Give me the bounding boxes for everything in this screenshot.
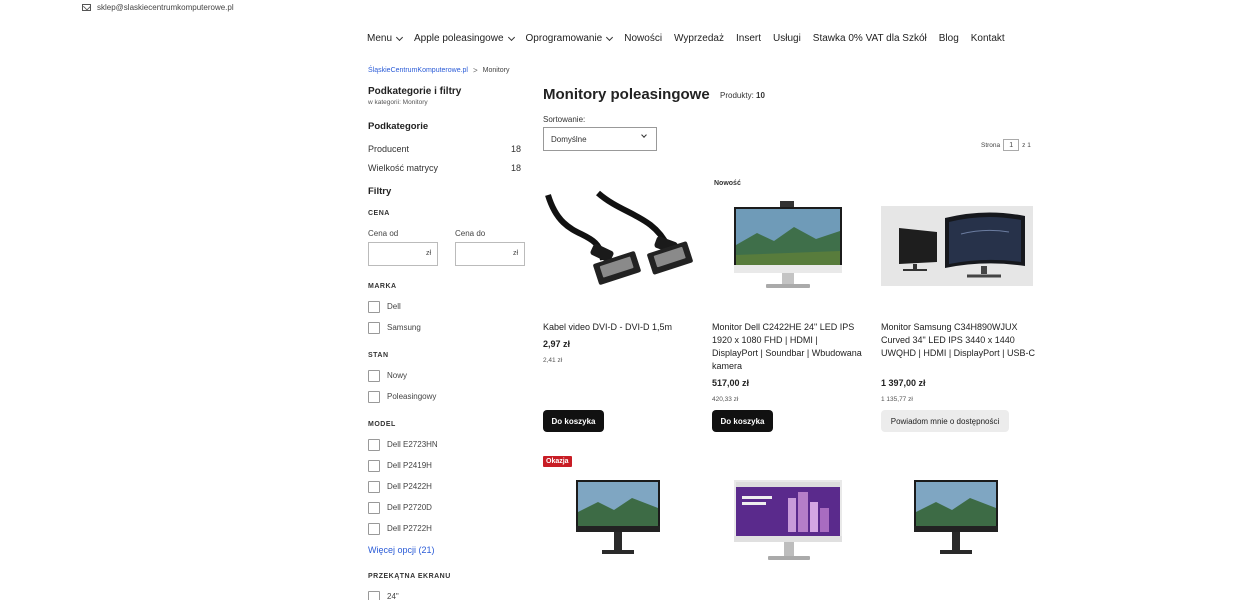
notify-availability-button[interactable]: Powiadom mnie o dostępności (881, 410, 1009, 432)
new-badge: Nowość (714, 180, 741, 187)
sidebar-subtitle: w kategorii: Monitory (368, 99, 428, 106)
checkbox[interactable] (368, 438, 380, 451)
product-card[interactable] (881, 206, 1033, 286)
subcategories-heading: Podkategorie (368, 121, 429, 132)
brand-option-dell[interactable]: Dell (368, 296, 421, 317)
condition-option-new[interactable]: Nowy (368, 365, 436, 386)
product-card[interactable] (543, 185, 695, 293)
brand-filter: Dell Samsung (368, 296, 421, 338)
model-option[interactable]: Dell P2720D (368, 497, 438, 518)
contact-email[interactable]: sklep@slaskiecentrumkomputerowe.pl (97, 3, 234, 12)
diagonal-filter: 24" (368, 586, 399, 600)
chevron-down-icon (606, 33, 614, 41)
nav-item-apple[interactable]: Apple poleasingowe (414, 33, 515, 44)
price-to-input[interactable]: zł (455, 242, 525, 266)
dvi-cable-icon (545, 190, 693, 285)
nav-item-sale[interactable]: Wyprzedaż (674, 33, 724, 44)
price-from-label: Cena od (368, 229, 399, 238)
sidebar-title: Podkategorie i filtry (368, 86, 462, 97)
nav-item-blog[interactable]: Blog (939, 33, 959, 44)
model-option[interactable]: Dell P2722H (368, 518, 438, 539)
monitor-icon (734, 201, 842, 288)
condition-option-postlease[interactable]: Poleasingowy (368, 386, 436, 407)
nav-item-contact[interactable]: Kontakt (971, 33, 1005, 44)
price-to-label: Cena do (455, 229, 486, 238)
product-price: 2,97 zł (543, 339, 571, 349)
sale-badge: Okazja (543, 456, 572, 467)
brand-heading: MARKA (368, 283, 397, 290)
product-net-price: 420,33 zł (712, 396, 739, 403)
page-title: Monitory poleasingowe (543, 86, 710, 103)
product-image[interactable] (543, 185, 695, 293)
model-option[interactable]: Dell P2419H (368, 455, 438, 476)
chevron-down-icon (507, 33, 515, 41)
breadcrumb-current: Monitory (482, 67, 510, 74)
product-price: 517,00 zł (712, 378, 750, 388)
chevron-down-icon (641, 132, 647, 138)
product-net-price: 2,41 zł (543, 357, 563, 364)
model-option[interactable]: Dell E2723HN (368, 434, 438, 455)
product-name[interactable]: Monitor Dell C2422HE 24" LED IPS 1920 x … (712, 321, 864, 373)
product-price: 1 397,00 zł (881, 378, 926, 388)
brand-option-samsung[interactable]: Samsung (368, 317, 421, 338)
envelope-icon (82, 4, 91, 11)
product-count: Produkty: 10 (720, 91, 765, 100)
monitor-icon (576, 480, 660, 554)
product-net-price: 1 135,77 zł (881, 396, 913, 403)
price-filter: Cena od zł Cena do zł (368, 229, 525, 266)
filters-heading: Filtry (368, 186, 392, 197)
checkbox[interactable] (368, 522, 380, 535)
product-card[interactable] (712, 195, 864, 303)
nav-item-menu[interactable]: Menu (367, 33, 404, 44)
add-to-cart-button[interactable]: Do koszyka (712, 410, 773, 432)
product-image[interactable] (560, 478, 680, 563)
monitor-icon (914, 480, 998, 554)
nav-item-software[interactable]: Oprogramowanie (526, 33, 614, 44)
sort-label: Sortowanie: (543, 115, 586, 124)
monitor-icon (734, 480, 842, 560)
breadcrumb-separator: > (473, 66, 478, 75)
checkbox[interactable] (368, 390, 380, 403)
checkbox[interactable] (368, 321, 380, 334)
page-input[interactable]: 1 (1003, 139, 1020, 151)
add-to-cart-button[interactable]: Do koszyka (543, 410, 604, 432)
curved-monitor-icon (899, 212, 1025, 278)
condition-filter: Nowy Poleasingowy (368, 365, 436, 407)
model-heading: MODEL (368, 421, 396, 428)
pagination: Strona 1 z 1 (981, 139, 1031, 151)
nav-item-services[interactable]: Usługi (773, 33, 801, 44)
product-name[interactable]: Monitor Samsung C34H890WJUX Curved 34" L… (881, 321, 1036, 360)
chevron-down-icon (395, 33, 404, 41)
checkbox[interactable] (368, 480, 380, 493)
condition-heading: STAN (368, 352, 389, 359)
nav-item-vat[interactable]: Stawka 0% VAT dla Szkół (813, 33, 927, 44)
product-image[interactable] (881, 206, 1033, 286)
checkbox[interactable] (368, 300, 380, 313)
price-from-input[interactable]: zł (368, 242, 438, 266)
sort-select[interactable]: Domyślne (543, 127, 657, 151)
price-heading: CENA (368, 210, 390, 217)
subcategory-matrix-size[interactable]: Wielkość matrycy 18 (368, 163, 521, 173)
nav-item-insert[interactable]: Insert (736, 33, 761, 44)
product-image[interactable] (898, 478, 1018, 563)
breadcrumb-home-link[interactable]: ŚląskieCentrumKomputerowe.pl (368, 67, 468, 74)
model-option[interactable]: Dell P2422H (368, 476, 438, 497)
product-image[interactable] (712, 195, 864, 303)
nav-item-news[interactable]: Nowości (624, 33, 662, 44)
product-image[interactable] (728, 478, 848, 571)
model-filter: Dell E2723HN Dell P2419H Dell P2422H Del… (368, 434, 438, 539)
top-contact-bar: sklep@slaskiecentrumkomputerowe.pl (82, 3, 234, 12)
main-nav: Menu Apple poleasingowe Oprogramowanie N… (367, 33, 1017, 44)
diagonal-heading: PRZEKĄTNA EKRANU (368, 573, 451, 580)
more-options-link[interactable]: Więcej opcji (21) (368, 545, 435, 555)
checkbox[interactable] (368, 369, 380, 382)
product-name[interactable]: Kabel video DVI-D - DVI-D 1,5m (543, 321, 695, 334)
breadcrumb: ŚląskieCentrumKomputerowe.pl > Monitory (368, 66, 510, 75)
checkbox[interactable] (368, 501, 380, 514)
checkbox[interactable] (368, 459, 380, 472)
checkbox[interactable] (368, 590, 380, 600)
diagonal-option[interactable]: 24" (368, 586, 399, 600)
subcategory-producer[interactable]: Producent 18 (368, 144, 521, 154)
